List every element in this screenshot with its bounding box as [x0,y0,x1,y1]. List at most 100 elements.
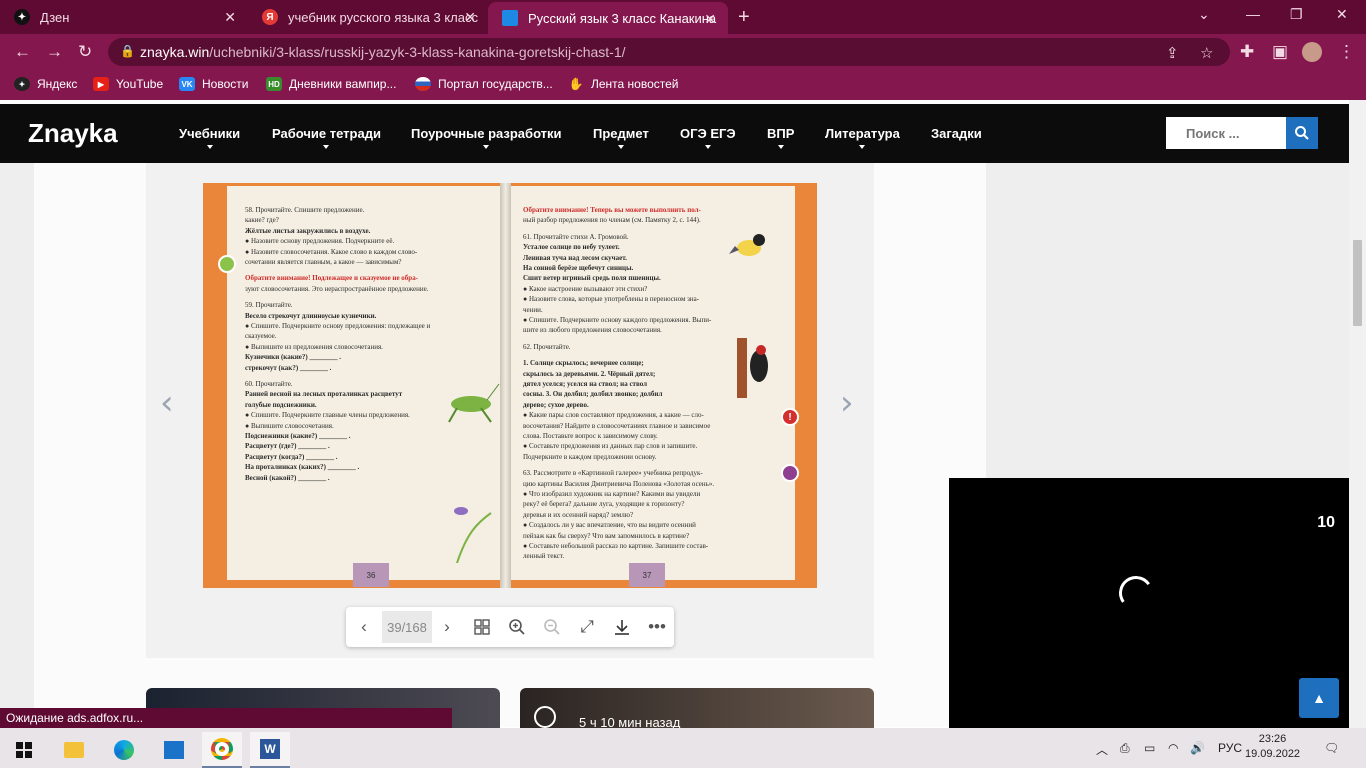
site-logo[interactable]: Znayka [28,118,251,321]
bookmark-news[interactable]: VK Новости [179,77,248,91]
next-button[interactable]: › [435,615,459,639]
flag-icon [415,77,431,91]
meet-now-icon[interactable]: ⎙ [1120,741,1130,756]
nav-workbooks[interactable]: Рабочие тетради [272,126,381,149]
prev-page-arrow[interactable]: ‹ [160,383,174,423]
textbook-line: стрекочут (как?) ________ . [245,363,332,372]
znayka-icon [502,10,518,26]
zoom-out-icon[interactable] [540,615,564,639]
search-button[interactable] [1286,117,1318,149]
download-glyph [615,620,629,635]
system-clock[interactable]: 23:26 19.09.2022 [1245,732,1300,762]
bookmark-star-icon[interactable]: ☆ [1200,44,1213,62]
nav-oge-ege[interactable]: ОГЭ ЕГЭ [680,126,736,149]
wifi-icon[interactable]: ◠ [1168,741,1178,755]
chevron-down-icon [483,145,490,149]
textbook-line: Усталое солнце по небу тулеет. [523,243,620,252]
bookmark-vampire-diaries[interactable]: HD Дневники вампир... [266,77,396,91]
hand-icon: ✋ [568,77,584,91]
grid-view-icon[interactable] [470,615,494,639]
close-icon[interactable]: ✕ [224,9,236,26]
minimize-button[interactable]: — [1246,6,1260,22]
bookmarks-bar: ✦ Яндекс ▶ YouTube VK Новости HD Дневники ва… [0,70,1366,100]
textbook-line: ● Выпишите словосочетания. [245,421,334,430]
tab-yandex-search[interactable]: Я учебник русского языка 3 класс ✕ [248,0,488,34]
menu-kebab-icon[interactable]: ⋮ [1338,42,1355,62]
taskbar-edge[interactable] [104,732,144,768]
forward-button[interactable]: → [46,42,63,62]
prev-button[interactable]: ‹ [352,615,376,639]
nav-literature[interactable]: Литература [825,126,900,149]
textbook-line: сосны. 3. Он долбил; долбил звонко; долб… [523,390,663,399]
reload-button[interactable]: ↻ [78,42,92,62]
taskbar-word[interactable]: W [250,732,290,768]
taskbar-store[interactable] [154,732,194,768]
lock-icon[interactable]: 🔒 [120,44,135,58]
textbook-line: ● Назовите слова, которые употреблены в … [523,295,700,304]
youtube-icon: ▶ [93,77,109,91]
site-search-input[interactable] [1166,117,1286,149]
tab-strip: ✦ Дзен ✕ Я учебник русского языка 3 клас… [0,0,1366,34]
tab-dzen[interactable]: ✦ Дзен ✕ [0,0,248,34]
tab-znayka[interactable]: Русский язык 3 класс Канакина ✕ [488,2,728,34]
video-ad-player[interactable]: 10 [949,478,1349,728]
textbook-line: ● Спишите. Подчеркните основу предложени… [245,322,431,330]
bookmark-youtube[interactable]: ▶ YouTube [93,77,163,91]
nav-riddles[interactable]: Загадки [931,126,982,141]
new-tab-button[interactable]: + [738,6,750,29]
close-icon[interactable]: ✕ [464,9,476,26]
fullscreen-icon[interactable]: ⤢ [575,615,599,639]
nav-subject[interactable]: Предмет [593,126,649,149]
more-options-icon[interactable]: ••• [645,615,669,639]
chevron-down-icon [206,145,213,149]
side-panel-icon[interactable]: ▣ [1272,42,1288,62]
textbook-line: зуют словосочетания. Это нераспространён… [245,284,429,293]
yandex-icon: Я [262,9,278,25]
nav-vpr[interactable]: ВПР [767,126,794,149]
gallery-badge-icon [781,464,799,482]
language-indicator[interactable]: РУС [1218,741,1242,755]
nav-lesson-plans[interactable]: Поурочные разработки [411,126,562,149]
download-icon[interactable] [610,615,634,639]
textbook-line: Расцветут (где?) ________ . [245,442,330,451]
tab-search-icon[interactable]: ⌄ [1198,6,1210,23]
start-button[interactable] [4,732,44,768]
bookmark-news-feed[interactable]: ✋ Лента новостей [568,77,679,91]
extensions-icon[interactable]: ✚ [1240,42,1254,62]
bookmark-yandex[interactable]: ✦ Яндекс [14,77,77,91]
dzen-icon: ✦ [14,77,30,91]
next-page-arrow[interactable]: › [840,383,854,423]
textbook-line: ● Какое настроение вызывают эти стихи? [523,284,648,293]
zoom-in-glyph [509,619,525,635]
tab-title: учебник русского языка 3 класс [288,9,478,25]
textbook-line: 59. Прочитайте. [245,301,293,310]
back-button[interactable]: ← [14,42,31,62]
textbook-line: дерево; сухое дерево. [523,400,589,409]
scrollbar-thumb[interactable] [1353,240,1362,326]
textbook-line: Подснежники (какие?) ________ . [245,432,351,440]
nav-textbooks[interactable]: Учебники [179,126,240,149]
battery-icon[interactable]: ▭ [1144,741,1155,755]
maximize-button[interactable]: ❐ [1290,6,1303,23]
profile-avatar[interactable] [1302,42,1322,62]
tray-chevron-up-icon[interactable]: ︿ [1096,741,1108,758]
page-indicator[interactable]: 39/168 [382,611,432,643]
textbook-line: 62. Прочитайте. [523,342,571,351]
taskbar-explorer[interactable] [54,732,94,768]
close-icon[interactable]: ✕ [704,11,716,28]
notifications-icon[interactable]: 🗨 [1324,741,1339,755]
zoom-in-icon[interactable] [505,615,529,639]
url-input[interactable]: 🔒 znayka.win/uchebniki/3-klass/russkij-y… [108,38,1230,66]
woodpecker-icon [737,338,768,398]
textbook-line: ● Выпишите из предложения словосочетания… [245,342,383,351]
textbook-line: Весной (какой?) ________ . [245,473,330,482]
page-scrollbar[interactable] [1349,100,1366,728]
ad-countdown: 10 [1317,514,1335,531]
bookmark-gosuslugi[interactable]: Портал государств... [415,77,553,91]
close-window-button[interactable]: ✕ [1336,6,1348,23]
share-icon[interactable]: ⇪ [1166,44,1179,62]
scroll-to-top-button[interactable]: ▲ [1299,678,1339,718]
taskbar-chrome[interactable] [202,732,242,768]
volume-icon[interactable]: 🔊 [1190,741,1205,755]
article-card[interactable]: 5 ч 10 мин назад [520,688,874,730]
